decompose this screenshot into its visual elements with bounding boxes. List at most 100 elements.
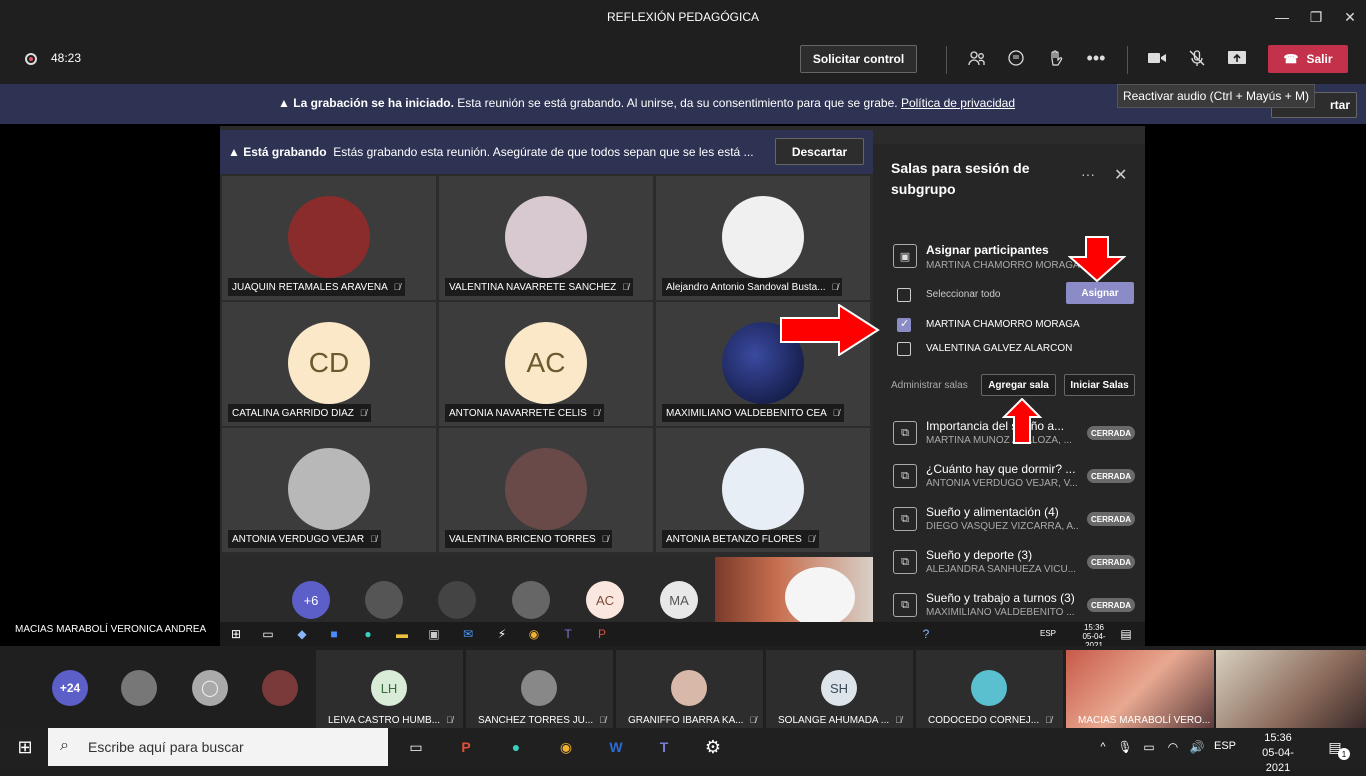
more-options-icon[interactable]: ···: [1081, 166, 1095, 182]
participant-tile[interactable]: AC ANTONIA NAVARRETE CELIS 🎙̸: [439, 302, 653, 426]
participant-tile[interactable]: Alejandro Antonio Sandoval Busta... 🎙̸: [656, 176, 870, 300]
chrome-icon[interactable]: ◉: [553, 735, 579, 759]
participant-tile[interactable]: ANTONIA VERDUGO VEJAR 🎙̸: [222, 428, 436, 552]
participant-name: ANTONIA NAVARRETE CELIS: [449, 407, 587, 419]
raise-hand-icon[interactable]: [1044, 46, 1068, 70]
windows-start-icon[interactable]: ⊞: [12, 735, 38, 759]
manage-rooms-label: Administrar salas: [891, 380, 968, 391]
participants-icon[interactable]: [965, 46, 989, 70]
chat-icon[interactable]: [1004, 46, 1028, 70]
hang-up-icon: ☎: [1283, 52, 1299, 66]
nameplate: VALENTINA NAVARRETE SANCHEZ 🎙̸: [445, 278, 634, 296]
teams-icon[interactable]: T: [651, 735, 677, 759]
chrome-icon: ◉: [528, 627, 540, 641]
avatar: [121, 670, 157, 706]
wifi-icon[interactable]: ◠: [1160, 735, 1186, 759]
word-icon[interactable]: W: [603, 735, 629, 759]
select-all-label: Seleccionar todo: [926, 289, 1001, 300]
privacy-link[interactable]: Política de privacidad: [901, 96, 1015, 110]
self-video-tile[interactable]: [1216, 650, 1366, 728]
room-name[interactable]: ¿Cuánto hay que dormir? ...: [926, 462, 1078, 476]
avatar: [288, 448, 370, 530]
room-icon[interactable]: ⧉: [893, 550, 917, 574]
nameplate: SOLANGE AHUMADA ... 🎙̸: [778, 715, 902, 726]
person-checkbox[interactable]: [897, 342, 911, 356]
discard-button[interactable]: Descartar: [775, 138, 864, 165]
mic-muted-icon: 🎙̸: [599, 715, 606, 725]
more-options-icon[interactable]: •••: [1084, 46, 1108, 70]
volume-icon[interactable]: 🔊: [1184, 735, 1210, 759]
taskbar-search[interactable]: ⌕ Escribe aquí para buscar: [48, 728, 388, 766]
minimize-icon[interactable]: —: [1264, 0, 1300, 34]
leave-label: Salir: [1306, 52, 1333, 66]
room-name[interactable]: Sueño y trabajo a turnos (3): [926, 591, 1078, 605]
avatar: [505, 448, 587, 530]
participant-tile[interactable]: CODOCEDO CORNEJ... 🎙̸: [916, 650, 1063, 728]
inner-banner-message: Estás grabando esta reunión. Asegúrate d…: [333, 145, 754, 159]
participant-tile[interactable]: VALENTINA BRICENO TORRES 🎙̸: [439, 428, 653, 552]
battery-icon[interactable]: ▭: [1136, 735, 1162, 759]
task-view-icon[interactable]: ▭: [403, 735, 429, 759]
participant-name: MAXIMILIANO VALDEBENITO CEA: [666, 407, 827, 419]
nameplate: GRANIFFO IBARRA KA... 🎙̸: [628, 715, 756, 726]
room-icon[interactable]: ⧉: [893, 421, 917, 445]
status-badge: CERRADA: [1087, 469, 1135, 483]
room-icon[interactable]: ⧉: [893, 464, 917, 488]
mic-muted-icon: 🎙̸: [359, 408, 367, 418]
clock[interactable]: 15:36 05-04-2021: [1250, 731, 1306, 776]
camera-icon[interactable]: [1145, 46, 1169, 70]
start-rooms-button[interactable]: Iniciar Salas: [1064, 374, 1135, 396]
inner-recording-banner: ▲ Está grabando Estás grabando esta reun…: [220, 130, 873, 174]
close-icon[interactable]: ✕: [1332, 0, 1366, 34]
close-icon[interactable]: ✕: [1114, 165, 1127, 185]
request-control-button[interactable]: Solicitar control: [800, 45, 917, 73]
leave-button[interactable]: ☎ Salir: [1268, 45, 1348, 73]
person-checkbox[interactable]: [897, 317, 911, 332]
edge-icon[interactable]: ●: [503, 735, 529, 759]
overflow-count[interactable]: +24: [52, 670, 88, 706]
mic-icon[interactable]: 🎙: [1112, 735, 1138, 759]
participant-name: SANCHEZ TORRES JU...: [478, 715, 594, 726]
add-room-button[interactable]: Agregar sala: [981, 374, 1056, 396]
mic-muted-icon: 🎙̸: [1045, 715, 1052, 725]
room-name[interactable]: Sueño y deporte (3): [926, 548, 1078, 562]
window-title: REFLEXIÓN PEDAGÓGICA: [606, 10, 760, 24]
banner-message: Esta reunión se está grabando. Al unirse…: [457, 96, 898, 110]
participant-tile[interactable]: GRANIFFO IBARRA KA... 🎙̸: [616, 650, 763, 728]
participant-name: JUAQUIN RETAMALES ARAVENA: [232, 281, 388, 293]
nameplate: ANTONIA NAVARRETE CELIS 🎙̸: [445, 404, 604, 422]
video-tile[interactable]: MACIAS MARABOLÍ VERO...: [1066, 650, 1214, 728]
mic-muted-icon: 🎙̸: [622, 282, 630, 292]
participant-tile[interactable]: LH LEIVA CASTRO HUMB... 🎙̸: [316, 650, 463, 728]
participant-tile[interactable]: SH SOLANGE AHUMADA ... 🎙̸: [766, 650, 913, 728]
maximize-icon[interactable]: ❐: [1298, 0, 1334, 34]
unmute-tooltip: Reactivar audio (Ctrl + Mayús + M): [1117, 84, 1315, 108]
participant-tile[interactable]: ANTONIA BETANZO FLORES 🎙̸: [656, 428, 870, 552]
overflow-count[interactable]: +6: [292, 581, 330, 619]
share-screen-icon[interactable]: [1225, 46, 1249, 70]
room-icon[interactable]: ⧉: [893, 593, 917, 617]
participant-tile[interactable]: JUAQUIN RETAMALES ARAVENA 🎙̸: [222, 176, 436, 300]
participant-tile[interactable]: VALENTINA NAVARRETE SANCHEZ 🎙̸: [439, 176, 653, 300]
settings-icon[interactable]: ⚙: [700, 735, 726, 759]
meeting-timer: 48:23: [51, 51, 82, 65]
person-name: MARTINA CHAMORRO MORAGA: [926, 319, 1080, 330]
assign-button[interactable]: Asignar: [1066, 282, 1134, 304]
mic-muted-icon[interactable]: [1185, 46, 1209, 70]
room-name[interactable]: Sueño y alimentación (4): [926, 505, 1078, 519]
participant-tile[interactable]: CD CATALINA GARRIDO DIAZ 🎙̸: [222, 302, 436, 426]
select-all-checkbox[interactable]: [897, 288, 911, 302]
mic-muted-icon: 🎙̸: [749, 715, 757, 725]
participant-gallery: +24 ◯ LH LEIVA CASTRO HUMB... 🎙̸ SANCHEZ …: [0, 646, 1366, 728]
participant-name: MACIAS MARABOLÍ VERO...: [1078, 715, 1211, 726]
clock-date: 05-04-2021: [1262, 747, 1294, 774]
powerpoint-icon[interactable]: P: [453, 735, 479, 759]
banner-bold: La grabación se ha iniciado.: [293, 96, 454, 110]
participant-tile[interactable]: SANCHEZ TORRES JU... 🎙̸: [466, 650, 613, 728]
down-arrow-annotation: [1068, 236, 1126, 282]
nameplate: SANCHEZ TORRES JU... 🎙̸: [478, 715, 606, 726]
language-indicator[interactable]: ESP: [1214, 740, 1236, 752]
edge-icon: ●: [364, 627, 372, 641]
room-icon[interactable]: ⧉: [893, 507, 917, 531]
participant-name: CODOCEDO CORNEJ...: [928, 715, 1040, 726]
